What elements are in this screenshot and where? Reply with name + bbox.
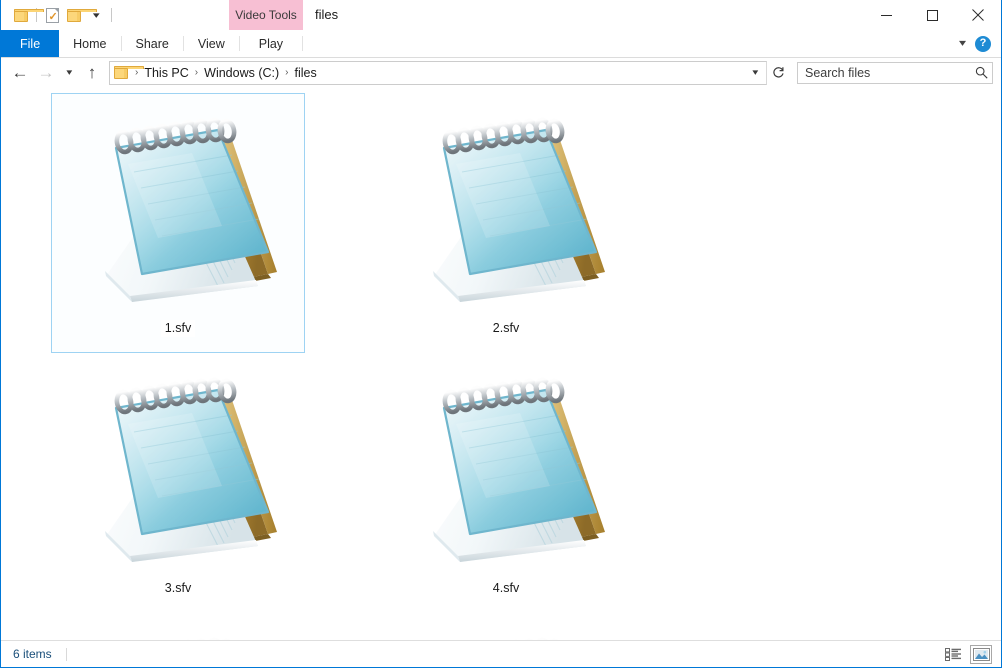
status-divider	[65, 647, 67, 661]
item-count-label: 6 items	[13, 647, 52, 661]
tab-view-label: View	[197, 36, 225, 51]
window-title: files	[315, 7, 339, 22]
large-icons-view-icon	[972, 647, 990, 661]
large-icons-view-button[interactable]	[970, 644, 992, 664]
notepad-icon	[400, 106, 612, 312]
ribbon-tab-strip: File Home Share View Play ▾ ?	[1, 30, 1001, 58]
breadcrumb-separator-0: ›	[135, 66, 139, 78]
minimize-button[interactable]	[863, 0, 909, 30]
quick-access-properties[interactable]: ✓	[41, 4, 63, 26]
notepad-icon	[400, 366, 612, 572]
breadcrumb[interactable]: › This PC › Windows (C:) › files ▾	[109, 60, 767, 85]
minimize-icon	[880, 14, 892, 16]
forward-button[interactable]: →	[33, 61, 59, 85]
file-label: 1.sfv	[160, 320, 196, 337]
file-item[interactable]: 1.sfv	[14, 93, 342, 353]
tab-share[interactable]: Share	[122, 30, 183, 57]
address-bar: ← → ▾ ↑ › This PC › Windows (C:) › files…	[1, 58, 1001, 87]
search-box[interactable]: Search files	[797, 61, 993, 84]
details-view-icon	[944, 647, 961, 661]
file-item[interactable]: 6.sfv	[342, 613, 670, 640]
back-button[interactable]: ←	[7, 61, 33, 85]
tab-play[interactable]: Play	[240, 30, 302, 57]
notepad-icon	[400, 626, 612, 640]
file-grid: 1.sfv 2.sfv 3.sfv 4.sfv	[14, 93, 989, 640]
file-item[interactable]: 3.sfv	[14, 353, 342, 613]
search-icon[interactable]	[975, 66, 988, 79]
tab-share-label: Share	[135, 36, 169, 51]
explorer-window: ✓ ▾ Video Tools files File Home Share Vi…	[0, 0, 1002, 668]
folder-icon	[13, 8, 44, 22]
chevron-down-icon: ▾	[66, 67, 72, 77]
notepad-icon	[72, 106, 284, 312]
qat-divider-2	[111, 8, 112, 22]
refresh-button[interactable]	[766, 60, 790, 85]
quick-access-customize[interactable]: ▾	[85, 4, 107, 26]
breadcrumb-item-this-pc[interactable]: This PC	[141, 66, 191, 80]
file-label: 3.sfv	[164, 581, 192, 595]
forward-arrow-icon: →	[37, 63, 55, 82]
tab-play-label: Play	[258, 36, 284, 51]
chevron-down-icon: ▾	[92, 9, 100, 20]
breadcrumb-dropdown-icon[interactable]: ▾	[745, 67, 766, 78]
new-folder-icon	[66, 8, 97, 22]
breadcrumb-item-files[interactable]: files	[292, 66, 320, 80]
breadcrumb-item-windows-c[interactable]: Windows (C:)	[201, 66, 282, 80]
back-arrow-icon: ←	[11, 63, 29, 82]
breadcrumb-separator-2: ›	[285, 66, 289, 78]
help-icon[interactable]: ?	[975, 35, 991, 52]
properties-icon: ✓	[45, 7, 59, 23]
refresh-icon	[772, 67, 784, 78]
search-input[interactable]: Search files	[805, 66, 975, 80]
breadcrumb-separator-1: ›	[194, 66, 199, 78]
quick-access-folder[interactable]	[10, 4, 44, 26]
quick-access-new-folder[interactable]	[63, 4, 97, 26]
recent-locations-button[interactable]: ▾	[59, 61, 79, 85]
window-controls	[863, 0, 1001, 30]
contextual-tab-group-label: Video Tools	[235, 8, 297, 22]
file-item[interactable]: 5.sfv	[14, 613, 342, 640]
tab-view[interactable]: View	[184, 30, 239, 57]
close-icon	[972, 9, 984, 21]
maximize-icon	[926, 9, 938, 21]
tab-home-label: Home	[73, 36, 107, 51]
notepad-icon	[72, 366, 284, 572]
notepad-icon	[72, 626, 284, 640]
close-button[interactable]	[955, 0, 1001, 30]
file-label: 2.sfv	[492, 321, 520, 335]
maximize-button[interactable]	[909, 0, 955, 30]
contextual-tab-group: Video Tools	[229, 0, 303, 30]
status-bar: 6 items	[1, 640, 1001, 667]
tab-divider-4	[302, 36, 304, 51]
up-button[interactable]: ↑	[79, 61, 105, 85]
file-item[interactable]: 2.sfv	[342, 93, 670, 353]
tab-home[interactable]: Home	[59, 30, 120, 57]
quick-access-toolbar: ✓ ▾	[1, 0, 116, 30]
breadcrumb-folder-icon	[114, 66, 144, 79]
tab-file-label: File	[20, 36, 41, 51]
view-mode-buttons	[942, 644, 1001, 664]
chevron-down-icon[interactable]: ▾	[959, 38, 966, 49]
title-bar: ✓ ▾ Video Tools files	[1, 0, 1001, 30]
file-label: 4.sfv	[492, 581, 520, 595]
details-view-button[interactable]	[942, 645, 964, 664]
ribbon-right-controls: ▾ ?	[959, 30, 1001, 57]
file-list-view[interactable]: 1.sfv 2.sfv 3.sfv 4.sfv	[1, 87, 1001, 640]
up-arrow-icon: ↑	[87, 63, 97, 82]
tab-file[interactable]: File	[1, 30, 60, 57]
file-item[interactable]: 4.sfv	[342, 353, 670, 613]
